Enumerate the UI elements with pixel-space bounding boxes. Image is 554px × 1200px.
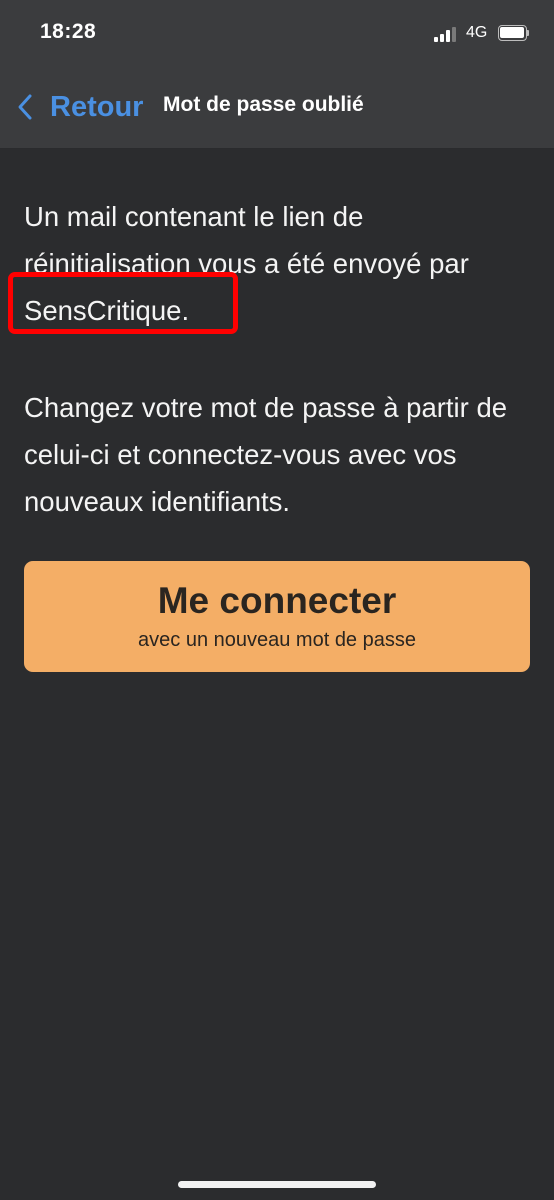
connect-button-sublabel: avec un nouveau mot de passe	[138, 629, 416, 651]
signal-bar	[452, 26, 456, 42]
network-type: 4G	[466, 24, 488, 41]
home-indicator	[178, 1181, 376, 1188]
navigation-bar: Retour Mot de passe oublié	[0, 66, 554, 149]
signal-bar	[446, 30, 450, 42]
signal-bar	[434, 37, 438, 42]
connect-button-label: Me connecter	[157, 580, 397, 621]
back-button[interactable]: Retour	[10, 86, 143, 128]
battery-icon	[498, 25, 530, 41]
status-time: 18:28	[40, 20, 97, 43]
page-title: Mot de passe oublié	[163, 93, 364, 116]
signal-bar	[440, 33, 444, 42]
annotation-highlight-box	[8, 272, 238, 334]
chevron-left-icon	[10, 91, 40, 123]
back-label: Retour	[50, 90, 144, 123]
status-bar: 18:28 4G	[0, 0, 554, 66]
connect-button[interactable]: Me connecter avec un nouveau mot de pass…	[24, 561, 530, 672]
cellular-signal-icon	[434, 26, 460, 42]
instructions-message: Changez votre mot de passe à partir de c…	[24, 392, 508, 517]
